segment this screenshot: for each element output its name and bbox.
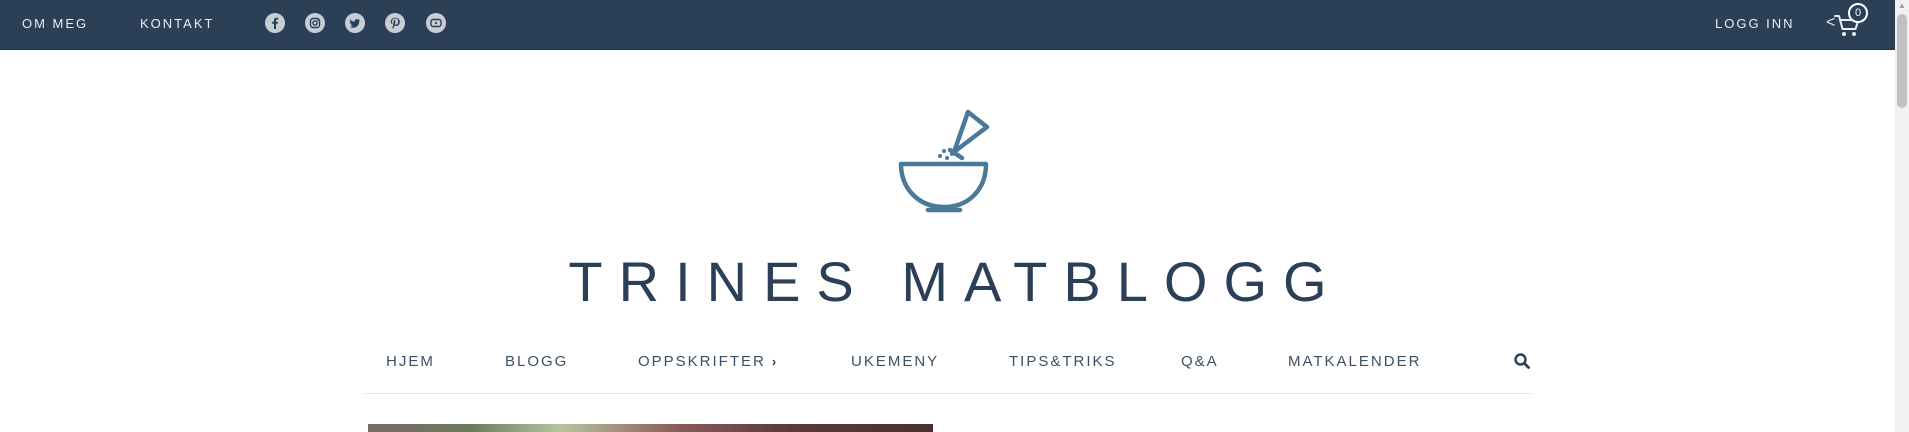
- nav-item-qa[interactable]: Q&A: [1181, 350, 1219, 374]
- nav-item-matkalender[interactable]: MATKALENDER: [1288, 350, 1421, 374]
- scrollbar-thumb[interactable]: [1897, 14, 1907, 108]
- facebook-icon[interactable]: [265, 13, 285, 33]
- page-scrollbar[interactable]: ▲: [1895, 0, 1909, 432]
- nav-label: Q&A: [1181, 353, 1219, 370]
- cart-count-badge: 0: [1848, 3, 1868, 23]
- twitter-icon[interactable]: [345, 13, 365, 33]
- nav-item-hjem[interactable]: HJEM: [386, 350, 435, 374]
- login-link[interactable]: LOGG INN: [1715, 0, 1795, 49]
- nav-item-tips-triks[interactable]: TIPS&TRIKS: [1009, 350, 1117, 374]
- nav-label: TIPS&TRIKS: [1009, 353, 1117, 370]
- pinterest-icon[interactable]: [385, 13, 405, 33]
- scroll-up-icon[interactable]: ▲: [1895, 0, 1909, 12]
- chevron-right-icon: ›: [771, 354, 779, 369]
- nav-label: OPPSKRIFTER: [638, 353, 766, 370]
- nav-item-ukemeny[interactable]: UKEMENY: [851, 350, 939, 374]
- top-link-kontakt[interactable]: KONTAKT: [140, 0, 214, 49]
- featured-post-image[interactable]: [368, 424, 933, 432]
- nav-label: MATKALENDER: [1288, 353, 1422, 370]
- mortar-salt-shaker-icon: [898, 109, 990, 213]
- nav-label: BLOGG: [505, 353, 569, 370]
- top-bar: OM MEG KONTAKT LOGG INN < 0: [0, 0, 1909, 50]
- nav-item-blogg[interactable]: BLOGG: [505, 350, 568, 374]
- instagram-icon[interactable]: [305, 13, 325, 33]
- nav-divider: [364, 393, 1532, 394]
- search-icon[interactable]: [1513, 352, 1531, 370]
- nav-label: UKEMENY: [851, 353, 940, 370]
- nav-item-oppskrifter[interactable]: OPPSKRIFTER ›: [638, 350, 778, 374]
- youtube-icon[interactable]: [426, 13, 446, 33]
- top-link-om-meg[interactable]: OM MEG: [22, 0, 88, 49]
- site-title[interactable]: TRINES MATBLOGG: [0, 250, 1895, 314]
- nav-label: HJEM: [386, 353, 435, 370]
